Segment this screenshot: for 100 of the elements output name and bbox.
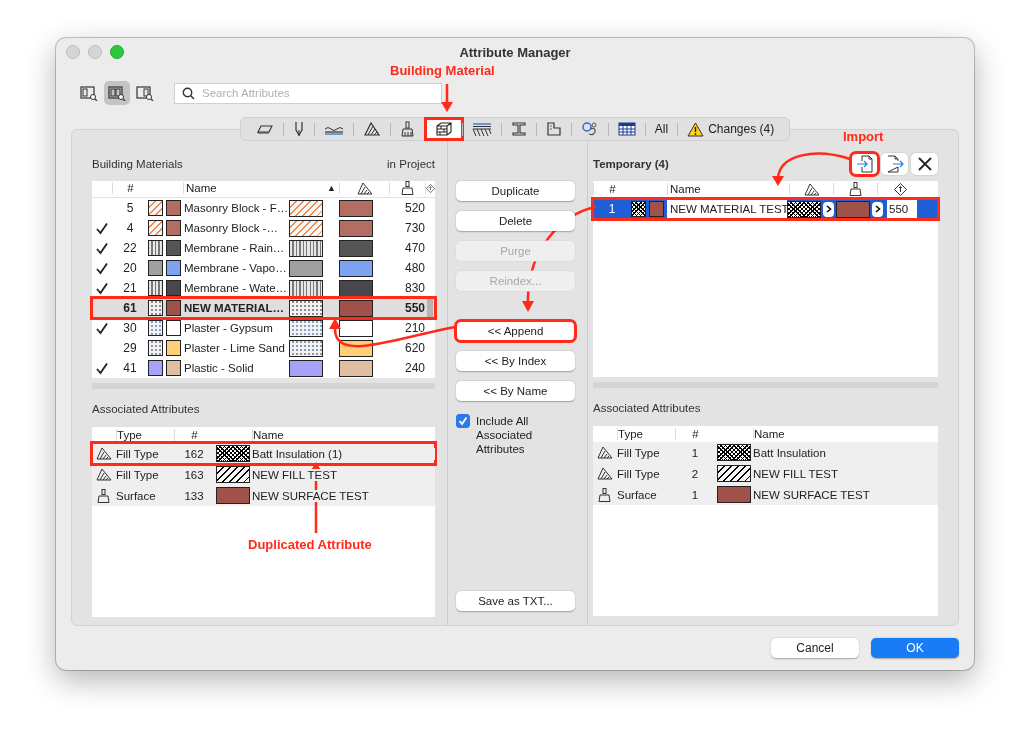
search-icon	[182, 86, 195, 100]
zoom-button[interactable]	[110, 45, 124, 59]
table-row[interactable]: 22 Membrane - Rain… 470	[92, 238, 435, 258]
export-button[interactable]	[881, 153, 908, 175]
attribute-type: Fill Type	[116, 468, 160, 481]
attribute-tab[interactable]	[425, 119, 462, 139]
action-button[interactable]: Delete	[456, 211, 575, 231]
diamond-icon	[426, 181, 435, 195]
attribute-tab[interactable]: Changes (4)	[678, 119, 784, 139]
column-header[interactable]: #	[112, 182, 148, 194]
attribute-type: Surface	[617, 488, 658, 501]
action-button[interactable]: Duplicate	[456, 181, 575, 201]
brush-icon	[598, 487, 612, 502]
attribute-tab[interactable]: All	[645, 119, 678, 139]
annotation-label: Duplicated Attribute	[248, 537, 372, 552]
row-number: 61	[122, 301, 138, 315]
floor-plan-icon	[545, 121, 562, 137]
material-name: Plaster - Gypsum	[183, 322, 274, 334]
table-row[interactable]: Fill Type 1 Batt Insulation	[593, 442, 938, 463]
count-cell-text: 520	[403, 201, 425, 215]
swirl-icon	[580, 121, 599, 137]
check-icon	[458, 416, 468, 426]
table-row[interactable]: Fill Type 163 NEW FILL TEST	[92, 464, 435, 485]
count-cell-text: 830	[403, 281, 425, 295]
cancel-button[interactable]: Cancel	[771, 638, 859, 658]
table-row[interactable]: Surface 133 NEW SURFACE TEST	[92, 485, 435, 506]
sort-indicator[interactable]: ▲	[327, 182, 336, 194]
section-title: Temporary (4)	[593, 158, 669, 170]
brush-icon	[97, 488, 111, 503]
attribute-number: 133	[183, 489, 205, 502]
import-icon	[855, 155, 874, 173]
column-header[interactable]: #	[593, 183, 631, 195]
column-header[interactable]: Name	[753, 428, 938, 440]
view-mode-button[interactable]	[104, 81, 130, 105]
column-header[interactable]: Name	[183, 182, 289, 194]
chevron-icon	[874, 205, 881, 213]
table-row[interactable]: 30 Plaster - Gypsum 210	[92, 318, 435, 338]
scroll-thumb[interactable]	[427, 297, 433, 319]
material-name: Masonry Block -…	[183, 222, 279, 234]
column-header[interactable]: #	[675, 428, 715, 440]
value-field[interactable]: 550	[887, 200, 917, 218]
table-row[interactable]: 1 NEW MATERIAL TEST 550	[593, 199, 938, 219]
brush-icon	[848, 182, 863, 196]
table-row[interactable]: 20 Membrane - Vapo… 480	[92, 258, 435, 278]
warning-icon	[687, 121, 705, 137]
fill-icon	[597, 467, 613, 480]
export-icon	[885, 155, 904, 173]
attribute-number: 1	[690, 446, 700, 459]
attribute-number: 1	[690, 488, 700, 501]
attribute-number: 2	[690, 467, 700, 480]
annotation-arrow	[441, 84, 453, 112]
panel-view-icon	[108, 85, 126, 101]
table-row[interactable]: 41 Plastic - Solid 240	[92, 358, 435, 378]
action-button[interactable]: << By Name	[456, 381, 575, 401]
window-title: Attribute Manager	[458, 44, 572, 60]
fill-icon	[597, 446, 613, 459]
material-name: Membrane - Wate…	[183, 282, 289, 294]
close-button[interactable]	[911, 153, 938, 175]
action-button[interactable]: << Append	[456, 321, 575, 341]
attribute-type: Fill Type	[617, 467, 661, 480]
chevron-button[interactable]	[823, 201, 834, 217]
count-cell-text: 210	[403, 321, 425, 335]
action-button[interactable]: << By Index	[456, 351, 575, 371]
table-row[interactable]: Surface 1 NEW SURFACE TEST	[593, 484, 938, 505]
count-cell-text: 550	[403, 301, 425, 315]
column-header[interactable]: Type	[617, 428, 675, 440]
table-row[interactable]: 29 Plaster - Lime Sand 620	[92, 338, 435, 358]
section-title: Associated Attributes	[593, 402, 701, 414]
name-field[interactable]: NEW MATERIAL TEST	[667, 200, 787, 218]
import-button[interactable]	[851, 153, 878, 175]
row-number: 22	[122, 241, 138, 255]
material-name: Plaster - Lime Sand	[183, 342, 286, 354]
panel-view-icon	[136, 85, 154, 101]
ok-button[interactable]: OK	[871, 638, 959, 658]
table-row[interactable]: Fill Type 162 Batt Insulation (1)	[92, 443, 435, 464]
table-row[interactable]: 5 Masonry Block - F… 520	[92, 198, 435, 218]
search-field[interactable]: Search Attributes	[174, 82, 442, 104]
table-row[interactable]: 4 Masonry Block -… 730	[92, 218, 435, 238]
table-row[interactable]: 21 Membrane - Wate… 830	[92, 278, 435, 298]
row-number: 21	[122, 281, 138, 295]
attribute-name: Batt Insulation (1)	[252, 447, 435, 460]
table-row[interactable]: Fill Type 2 NEW FILL TEST	[593, 463, 938, 484]
fill-icon	[96, 468, 112, 481]
chevron-icon	[825, 205, 832, 213]
section-title: Building Materials	[92, 158, 183, 170]
brick-cube-icon	[434, 121, 453, 137]
attribute-type: Surface	[116, 489, 157, 502]
material-name: Plastic - Solid	[183, 362, 255, 374]
checkbox[interactable]	[456, 414, 470, 428]
brush-icon	[400, 181, 415, 195]
row-number: 41	[122, 361, 138, 375]
attribute-type: Fill Type	[116, 447, 160, 460]
annotation-label: Building Material	[390, 63, 495, 78]
diamond-icon	[894, 182, 907, 196]
annotation-label: Import	[843, 129, 884, 144]
save-button[interactable]: Save as TXT...	[456, 591, 575, 611]
row-number: 30	[122, 321, 138, 335]
table-row[interactable]: 61 NEW MATERIAL… 550	[92, 298, 435, 318]
chevron-button[interactable]	[872, 201, 883, 217]
attribute-number: 163	[183, 468, 205, 481]
